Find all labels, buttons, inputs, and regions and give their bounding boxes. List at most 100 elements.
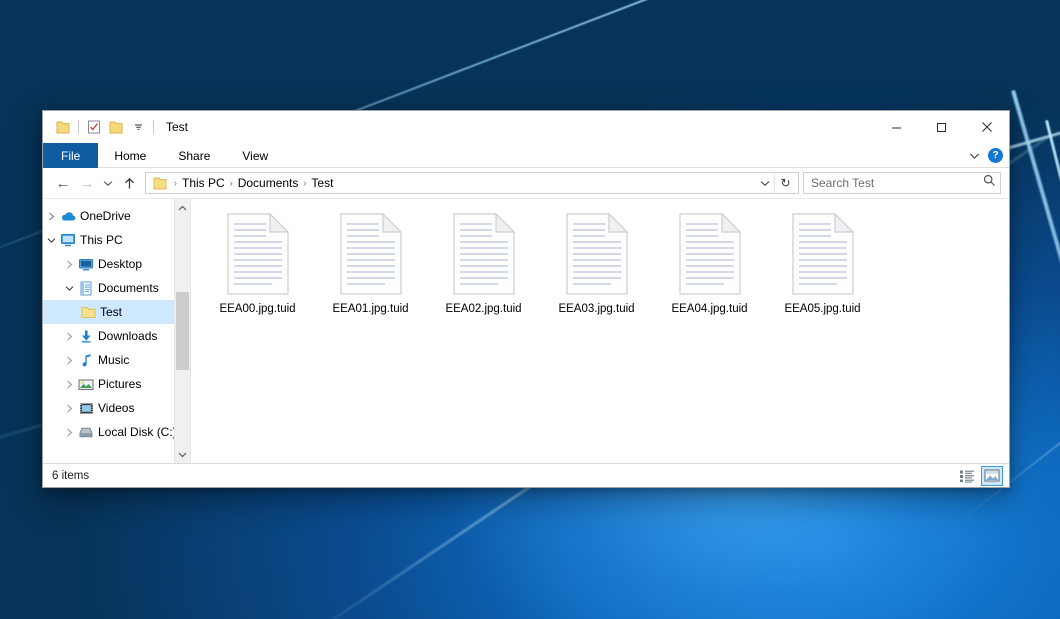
chevron-right-icon[interactable] [61,428,77,437]
desktop: Test File Home Share View [0,0,1060,619]
chevron-down-icon[interactable] [61,285,77,292]
sidebar-item-label: Documents [98,281,159,295]
close-button[interactable] [964,111,1009,143]
breadcrumb: › This PC › Documents › Test [172,176,756,190]
generic-file-icon[interactable] [335,213,407,301]
sidebar-item-label: Music [98,353,129,367]
window-body: OneDrive This PC [43,198,1009,463]
scrollbar-track[interactable] [175,216,190,446]
toolbar-divider [153,120,154,134]
sidebar-item-onedrive[interactable]: OneDrive [43,204,190,228]
file-item[interactable]: EEA04.jpg.tuid [653,211,766,331]
chevron-right-icon[interactable] [61,332,77,341]
ribbon-right-controls: ? [969,143,1003,168]
chevron-down-icon[interactable] [127,116,149,138]
up-button[interactable] [117,171,141,195]
sidebar-item-this-pc[interactable]: This PC [43,228,190,252]
file-name: EEA00.jpg.tuid [219,303,295,315]
details-view-button[interactable] [956,466,978,486]
forward-button: → [75,171,99,195]
file-name: EEA01.jpg.tuid [332,303,408,315]
maximize-button[interactable] [919,111,964,143]
this-pc-monitor-icon [59,233,77,247]
item-count-text: 6 items [52,470,956,482]
chevron-down-icon[interactable] [43,237,59,244]
tab-file[interactable]: File [43,143,98,168]
sidebar-item-pictures[interactable]: Pictures [43,372,190,396]
music-note-icon [77,353,95,367]
search-icon[interactable] [983,174,996,192]
address-bar[interactable]: › This PC › Documents › Test ↻ [145,172,799,194]
window-controls [874,111,1009,143]
tab-share[interactable]: Share [162,143,226,168]
sidebar-item-label: Pictures [98,377,141,391]
large-icons-view-button[interactable] [981,466,1003,486]
generic-file-icon[interactable] [222,213,294,301]
breadcrumb-item-this-pc[interactable]: This PC [179,176,228,190]
generic-file-icon[interactable] [787,213,859,301]
quick-access-toolbar [43,116,158,138]
help-icon[interactable]: ? [988,148,1003,163]
file-item[interactable]: EEA01.jpg.tuid [314,211,427,331]
file-item[interactable]: EEA00.jpg.tuid [201,211,314,331]
file-item[interactable]: EEA02.jpg.tuid [427,211,540,331]
breadcrumb-separator: › [228,178,235,188]
chevron-right-icon[interactable] [61,404,77,413]
recent-locations-button[interactable] [99,171,117,195]
sidebar-item-local-disk-c[interactable]: Local Disk (C:) [43,420,190,444]
toolbar-divider [78,120,79,134]
sidebar-item-music[interactable]: Music [43,348,190,372]
generic-file-icon[interactable] [674,213,746,301]
desktop-icon [77,258,95,271]
scroll-up-button[interactable] [175,199,190,216]
sidebar-item-test[interactable]: Test [43,300,190,324]
tab-home[interactable]: Home [98,143,162,168]
file-name: EEA03.jpg.tuid [558,303,634,315]
folder-icon[interactable] [52,116,74,138]
breadcrumb-item-test[interactable]: Test [308,176,336,190]
chevron-right-icon[interactable] [43,212,59,221]
sidebar-item-documents[interactable]: Documents [43,276,190,300]
sidebar-item-label: Test [100,305,122,319]
file-grid: EEA00.jpg.tuid EEA01.j [201,211,1009,331]
chevron-down-icon[interactable] [969,147,980,165]
file-item[interactable]: EEA03.jpg.tuid [540,211,653,331]
file-explorer-window: Test File Home Share View [42,110,1010,488]
sidebar-item-downloads[interactable]: Downloads [43,324,190,348]
scroll-down-button[interactable] [175,446,190,463]
properties-icon[interactable] [83,116,105,138]
back-button[interactable]: ← [51,171,75,195]
sidebar-item-label: Local Disk (C:) [98,425,177,439]
search-box[interactable] [803,172,1001,194]
refresh-icon[interactable]: ↻ [774,172,796,194]
sidebar-item-desktop[interactable]: Desktop [43,252,190,276]
minimize-button[interactable] [874,111,919,143]
sidebar-item-label: Desktop [98,257,142,271]
chevron-down-icon[interactable] [756,180,774,187]
generic-file-icon[interactable] [561,213,633,301]
onedrive-cloud-icon [59,210,77,222]
sidebar-scrollbar[interactable] [174,199,190,463]
videos-film-icon [77,402,95,415]
generic-file-icon[interactable] [448,213,520,301]
address-bar-row: ← → › This PC › Documents › Test [43,168,1009,198]
sidebar-item-label: Videos [98,401,134,415]
scrollbar-thumb[interactable] [176,292,189,370]
file-item[interactable]: EEA05.jpg.tuid [766,211,879,331]
search-input[interactable] [811,176,983,190]
file-name: EEA05.jpg.tuid [784,303,860,315]
folder-icon [79,306,97,319]
sidebar-item-label: Downloads [98,329,157,343]
chevron-right-icon[interactable] [61,260,77,269]
chevron-right-icon[interactable] [61,380,77,389]
file-list-view[interactable]: EEA00.jpg.tuid EEA01.j [191,199,1009,463]
breadcrumb-separator: › [172,178,179,188]
ribbon-tab-bar: File Home Share View ? [43,143,1009,168]
tab-view[interactable]: View [226,143,284,168]
title-bar[interactable]: Test [43,111,1009,143]
sidebar-item-videos[interactable]: Videos [43,396,190,420]
breadcrumb-item-documents[interactable]: Documents [235,176,302,190]
hard-disk-icon [77,426,95,439]
chevron-right-icon[interactable] [61,356,77,365]
new-folder-icon[interactable] [105,116,127,138]
